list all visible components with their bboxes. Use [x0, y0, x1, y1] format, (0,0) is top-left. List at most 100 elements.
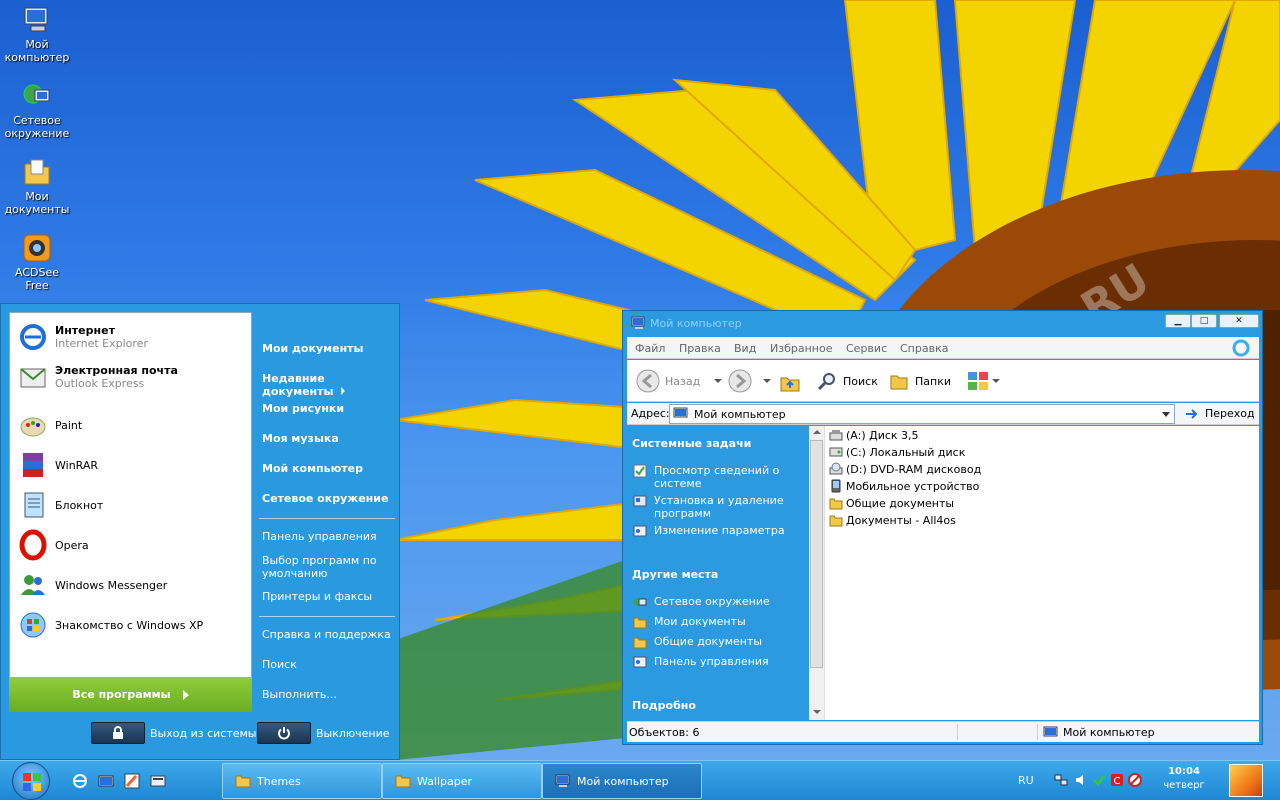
chevron-down-icon[interactable]	[1162, 412, 1170, 417]
opera-icon	[19, 529, 47, 561]
close-button[interactable]: ✕	[1219, 314, 1259, 328]
vertical-scrollbar[interactable]	[809, 426, 825, 720]
start-item-internet[interactable]: Интернет Internet Explorer	[17, 320, 247, 354]
scroll-down-icon[interactable]	[813, 710, 821, 714]
start-item-title: Электронная почта	[55, 364, 178, 377]
start-item-messenger[interactable]: Windows Messenger	[17, 568, 247, 602]
start-item-paint[interactable]: Paint	[17, 408, 247, 442]
menu-bar: Файл Правка Вид Избранное Сервис Справка	[627, 337, 1259, 359]
address-bar: Адрес: Мой компьютер Переход	[627, 403, 1259, 425]
toolbar: Назад Поиск Папки	[627, 360, 1259, 402]
internet-explorer-icon[interactable]	[72, 773, 88, 789]
network-tray-icon[interactable]	[1054, 773, 1068, 787]
volume-icon[interactable]	[1074, 773, 1088, 787]
menu-help[interactable]: Справка	[900, 342, 948, 355]
dvd-drive-icon	[829, 462, 843, 475]
minimize-button[interactable]: ▁	[1165, 314, 1191, 328]
place-network[interactable]: Сетевое окружение	[633, 595, 770, 609]
views-button[interactable]	[967, 371, 1000, 391]
start-link-network[interactable]: Сетевое окружение	[262, 492, 388, 505]
start-link-printers[interactable]: Принтеры и факсы	[262, 590, 372, 603]
shutdown-button[interactable]	[257, 722, 311, 744]
search-button[interactable]: Поиск	[817, 371, 878, 391]
user-picture[interactable]	[1229, 764, 1263, 797]
file-item[interactable]: (D:) DVD-RAM дисковод	[829, 462, 981, 476]
blocked-icon[interactable]	[1128, 773, 1142, 787]
desktop-icon-my-computer[interactable]: Мой компьютер	[4, 4, 70, 64]
back-button[interactable]: Назад	[635, 368, 723, 394]
taskbar-button-label: Wallpaper	[417, 774, 473, 788]
start-link-default-programs[interactable]: Выбор программ по умолчанию	[262, 554, 392, 580]
task-change-setting[interactable]: Изменение параметра	[633, 524, 793, 538]
scrollbar-thumb[interactable]	[810, 440, 823, 668]
start-link-my-computer[interactable]: Мой компьютер	[262, 462, 363, 475]
desktop-icon-acdsee[interactable]: ACDSee Free	[4, 232, 70, 292]
place-my-documents[interactable]: Мои документы	[633, 615, 746, 629]
start-item-tour[interactable]: Знакомство с Windows XP	[17, 608, 247, 642]
start-link-control-panel[interactable]: Панель управления	[262, 530, 377, 543]
address-input[interactable]: Мой компьютер	[669, 404, 1175, 424]
my-computer-icon	[673, 407, 688, 418]
start-link-run[interactable]: Выполнить...	[262, 688, 337, 701]
start-item-notepad[interactable]: Блокнот	[17, 488, 247, 522]
start-button[interactable]	[12, 762, 50, 800]
window-titlebar[interactable]: Мой компьютер	[631, 316, 742, 330]
start-item-winrar[interactable]: WinRAR	[17, 448, 247, 482]
menu-tools[interactable]: Сервис	[846, 342, 887, 355]
other-places-header[interactable]: Другие места	[632, 568, 718, 581]
forward-button[interactable]	[727, 368, 771, 394]
up-folder-icon[interactable]	[779, 371, 801, 393]
start-link-my-pictures[interactable]: Мои рисунки	[262, 402, 344, 415]
start-link-my-music[interactable]: Моя музыка	[262, 432, 339, 445]
menu-file[interactable]: Файл	[635, 342, 665, 355]
file-item[interactable]: (C:) Локальный диск	[829, 445, 965, 459]
start-link-help[interactable]: Справка и поддержка	[262, 628, 391, 641]
start-menu-divider	[259, 616, 395, 617]
task-view-system-info[interactable]: Просмотр сведений о системе	[633, 464, 793, 490]
file-item[interactable]: Мобильное устройство	[829, 479, 979, 493]
window-switcher-icon[interactable]	[150, 773, 166, 789]
taskbar-button-wallpaper[interactable]: Wallpaper	[382, 763, 542, 799]
messenger-icon	[21, 575, 45, 595]
menu-view[interactable]: Вид	[734, 342, 756, 355]
file-item[interactable]: Общие документы	[829, 496, 954, 510]
menu-favorites[interactable]: Избранное	[770, 342, 832, 355]
folders-button[interactable]: Папки	[889, 371, 951, 391]
start-link-search[interactable]: Поиск	[262, 658, 297, 671]
task-add-remove-programs[interactable]: Установка и удаление программ	[633, 494, 793, 520]
desktop-icon-network[interactable]: Сетевое окружение	[4, 80, 70, 140]
place-label: Мои документы	[654, 615, 746, 628]
acdsee-icon	[23, 234, 51, 262]
network-icon	[23, 84, 50, 104]
security-tray-icon[interactable]	[1092, 773, 1106, 787]
start-item-email[interactable]: Электронная почта Outlook Express	[17, 360, 247, 394]
maximize-button[interactable]: □	[1191, 314, 1217, 328]
taskbar-button-my-computer[interactable]: Мой компьютер	[542, 763, 702, 799]
clock[interactable]: 10:04 четверг	[1160, 765, 1208, 793]
language-indicator[interactable]: RU	[1018, 774, 1034, 787]
maximize-icon: □	[1199, 316, 1209, 326]
system-tasks-header[interactable]: Системные задачи	[632, 437, 751, 450]
taskbar-button-themes[interactable]: Themes	[222, 763, 382, 799]
paint-quicklaunch-icon[interactable]	[124, 773, 140, 789]
antivirus-icon[interactable]: C	[1110, 773, 1124, 787]
scroll-up-icon[interactable]	[813, 430, 821, 434]
file-item[interactable]: Документы - All4os	[829, 513, 956, 527]
folder-icon	[890, 375, 908, 390]
file-list: (A:) Диск 3,5 (C:) Локальный диск (D:) D…	[809, 426, 1259, 720]
place-shared-documents[interactable]: Общие документы	[633, 635, 762, 649]
file-item[interactable]: (A:) Диск 3,5	[829, 428, 919, 442]
place-label: Панель управления	[654, 655, 769, 668]
details-header[interactable]: Подробно	[632, 699, 696, 712]
place-control-panel[interactable]: Панель управления	[633, 655, 769, 669]
all-programs-button[interactable]: Все программы	[9, 677, 252, 712]
start-link-my-documents[interactable]: Мои документы	[262, 342, 364, 355]
desktop-icon-my-documents[interactable]: Мои документы	[4, 156, 70, 216]
show-desktop-icon[interactable]	[98, 773, 114, 789]
desktop-icon-label: ACDSee Free	[15, 266, 59, 292]
start-item-opera[interactable]: Opera	[17, 528, 247, 562]
go-button[interactable]: Переход	[1185, 407, 1255, 420]
logoff-button[interactable]	[91, 722, 145, 744]
menu-edit[interactable]: Правка	[679, 342, 721, 355]
start-link-recent-documents[interactable]: Недавние документы	[262, 372, 399, 398]
